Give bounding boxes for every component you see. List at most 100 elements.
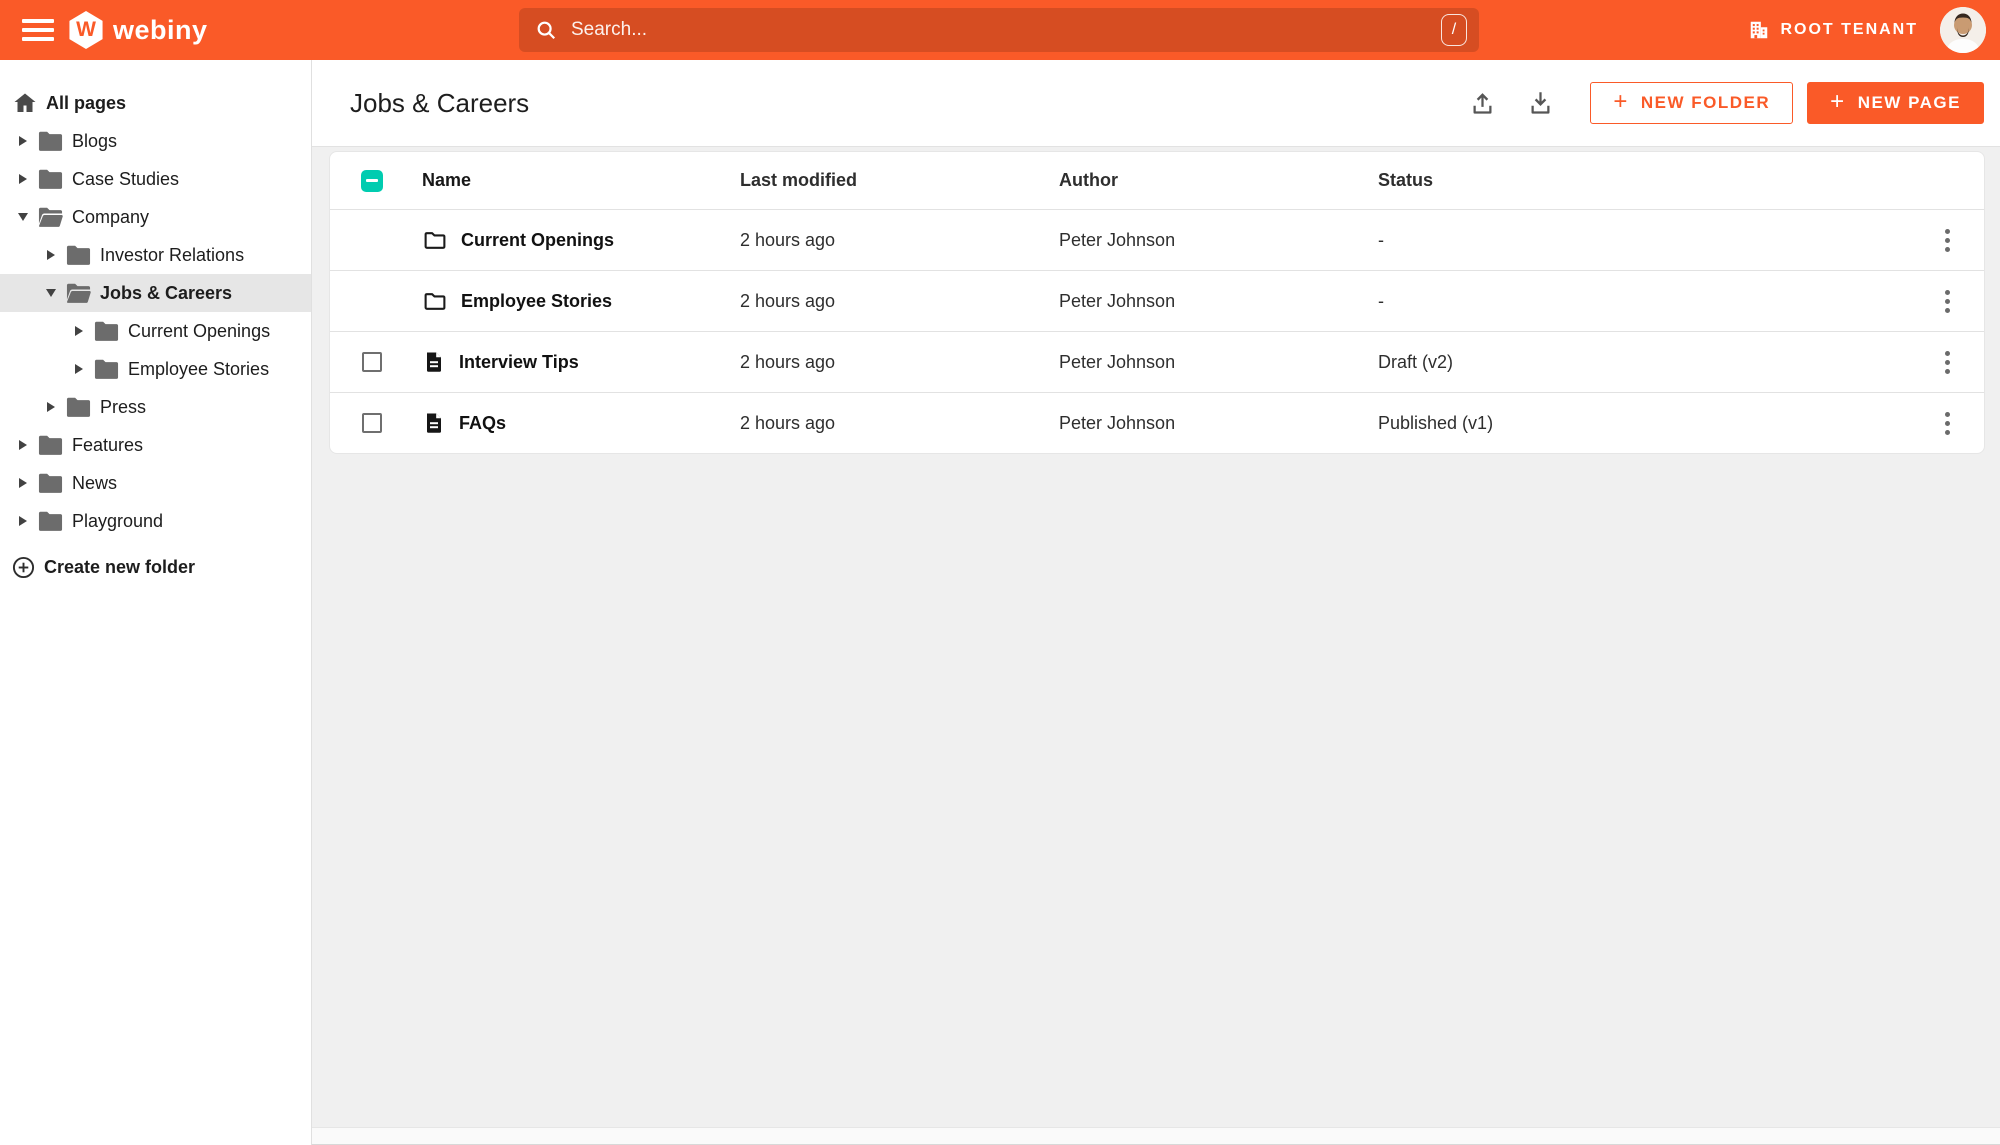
select-all-checkbox[interactable] (361, 169, 383, 192)
sidebar-item-company[interactable]: Company (0, 198, 311, 236)
sidebar-item-label: Case Studies (72, 168, 180, 189)
row-checkbox[interactable] (362, 352, 382, 372)
folder-open-icon (37, 206, 64, 228)
sidebar-item-label: Playground (72, 510, 164, 531)
sidebar-item-label: Current Openings (128, 320, 271, 341)
page-icon (422, 349, 446, 375)
folder-outline-icon (422, 228, 448, 253)
folder-icon (65, 396, 92, 418)
new-page-button[interactable]: + NEW PAGE (1807, 82, 1984, 124)
sidebar-item-label: Company (72, 206, 150, 227)
tenant-selector[interactable]: ROOT TENANT (1748, 19, 1918, 41)
row-menu-button[interactable] (1930, 281, 1964, 321)
create-new-folder-label: Create new folder (44, 556, 196, 577)
chevron-right-icon[interactable] (72, 326, 86, 336)
chevron-right-icon[interactable] (44, 402, 58, 412)
webiny-hexagon-icon: W (69, 11, 103, 49)
create-new-folder-button[interactable]: Create new folder (0, 548, 311, 586)
sidebar-item-label: Jobs & Careers (100, 282, 233, 303)
menu-icon[interactable] (22, 14, 54, 46)
sidebar-item-investor-relations[interactable]: Investor Relations (0, 236, 311, 274)
top-bar: W webiny / ROOT TENANT (0, 0, 2000, 60)
kebab-icon (1944, 411, 1950, 417)
row-name: Employee Stories (461, 290, 613, 311)
sidebar-item-label: Employee Stories (128, 358, 270, 379)
row-menu-button[interactable] (1930, 220, 1964, 260)
chevron-right-icon[interactable] (72, 364, 86, 374)
sidebar-item-features[interactable]: Features (0, 426, 311, 464)
search-icon (537, 21, 556, 40)
sidebar-item-label: Features (72, 434, 144, 455)
search-input[interactable] (571, 19, 1441, 41)
folder-open-icon (65, 282, 92, 304)
plus-circle-icon (12, 556, 35, 578)
building-icon (1751, 21, 1768, 39)
plus-icon: + (1613, 88, 1629, 115)
home-icon (12, 91, 38, 115)
folder-outline-icon (422, 289, 448, 314)
tenant-label: ROOT TENANT (1780, 21, 1918, 38)
sidebar-item-playground[interactable]: Playground (0, 502, 311, 540)
content-header: Jobs & Careers + NEW FOLDER + NEW PAGE (312, 60, 2000, 147)
download-icon (1531, 91, 1550, 114)
row-last-modified: 2 hours ago (740, 229, 836, 250)
sidebar-item-label: News (72, 472, 118, 493)
chevron-right-icon[interactable] (44, 250, 58, 260)
sidebar-item-case-studies[interactable]: Case Studies (0, 160, 311, 198)
user-avatar[interactable] (1940, 7, 1986, 53)
sidebar-item-current-openings[interactable]: Current Openings (0, 312, 311, 350)
folder-icon (37, 472, 64, 494)
sidebar-item-employee-stories[interactable]: Employee Stories (0, 350, 311, 388)
page-icon (422, 410, 446, 436)
folder-icon (37, 168, 64, 190)
row-status: Published (v1) (1378, 412, 1494, 433)
table-row-faqs[interactable]: FAQs 2 hours ago Peter Johnson Published (v… (330, 392, 1984, 453)
sidebar-item-blogs[interactable]: Blogs (0, 122, 311, 160)
plus-icon: + (1830, 88, 1846, 115)
chevron-right-icon[interactable] (16, 136, 30, 146)
kebab-icon (1944, 289, 1950, 295)
folder-icon (65, 244, 92, 266)
table-row-current-openings[interactable]: Current Openings 2 hours ago Peter Johnson… (330, 209, 1984, 270)
sidebar-item-jobs-careers[interactable]: Jobs & Careers (0, 274, 311, 312)
chevron-down-icon[interactable] (16, 213, 30, 221)
sidebar-item-press[interactable]: Press (0, 388, 311, 426)
sidebar-item-news[interactable]: News (0, 464, 311, 502)
horizontal-scrollbar-track[interactable] (312, 1127, 2000, 1145)
brand-wordmark: webiny (113, 14, 208, 45)
chevron-right-icon[interactable] (16, 478, 30, 488)
folders-sidebar: All pages Blogs Case Studies Company Invest… (0, 60, 312, 1145)
chevron-right-icon[interactable] (16, 174, 30, 184)
export-pages-button[interactable] (1460, 81, 1504, 125)
search-shortcut-key: / (1441, 14, 1467, 46)
sidebar-item-label: Investor Relations (100, 244, 245, 265)
row-last-modified: 2 hours ago (740, 412, 836, 433)
row-checkbox[interactable] (362, 413, 382, 433)
kebab-icon (1944, 350, 1950, 356)
upload-icon (1473, 92, 1492, 114)
table-row-employee-stories[interactable]: Employee Stories 2 hours ago Peter Johnson… (330, 270, 1984, 331)
row-status: Draft (v2) (1378, 351, 1454, 372)
folder-icon (37, 434, 64, 456)
sidebar-item-label: Blogs (72, 130, 118, 151)
column-header-name: Name (422, 170, 472, 190)
row-menu-button[interactable] (1930, 403, 1964, 443)
folder-icon (37, 510, 64, 532)
row-last-modified: 2 hours ago (740, 290, 836, 311)
folder-icon (93, 320, 120, 342)
sidebar-item-label: All pages (46, 92, 127, 113)
row-last-modified: 2 hours ago (740, 351, 836, 372)
chevron-right-icon[interactable] (16, 440, 30, 450)
row-menu-button[interactable] (1930, 342, 1964, 382)
sidebar-item-all-pages[interactable]: All pages (0, 84, 311, 122)
chevron-down-icon[interactable] (44, 289, 58, 297)
new-folder-button[interactable]: + NEW FOLDER (1590, 82, 1794, 124)
chevron-right-icon[interactable] (16, 516, 30, 526)
pages-table: Name Last modified Author Status Current Op… (329, 151, 1985, 454)
webiny-logo[interactable]: W webiny (68, 11, 208, 49)
search-bar: / (519, 8, 1479, 52)
table-row-interview-tips[interactable]: Interview Tips 2 hours ago Peter Johnson Dr… (330, 331, 1984, 392)
import-pages-button[interactable] (1518, 81, 1562, 125)
content-body: Name Last modified Author Status Current Op… (312, 147, 2000, 1127)
row-author: Peter Johnson (1059, 351, 1176, 372)
